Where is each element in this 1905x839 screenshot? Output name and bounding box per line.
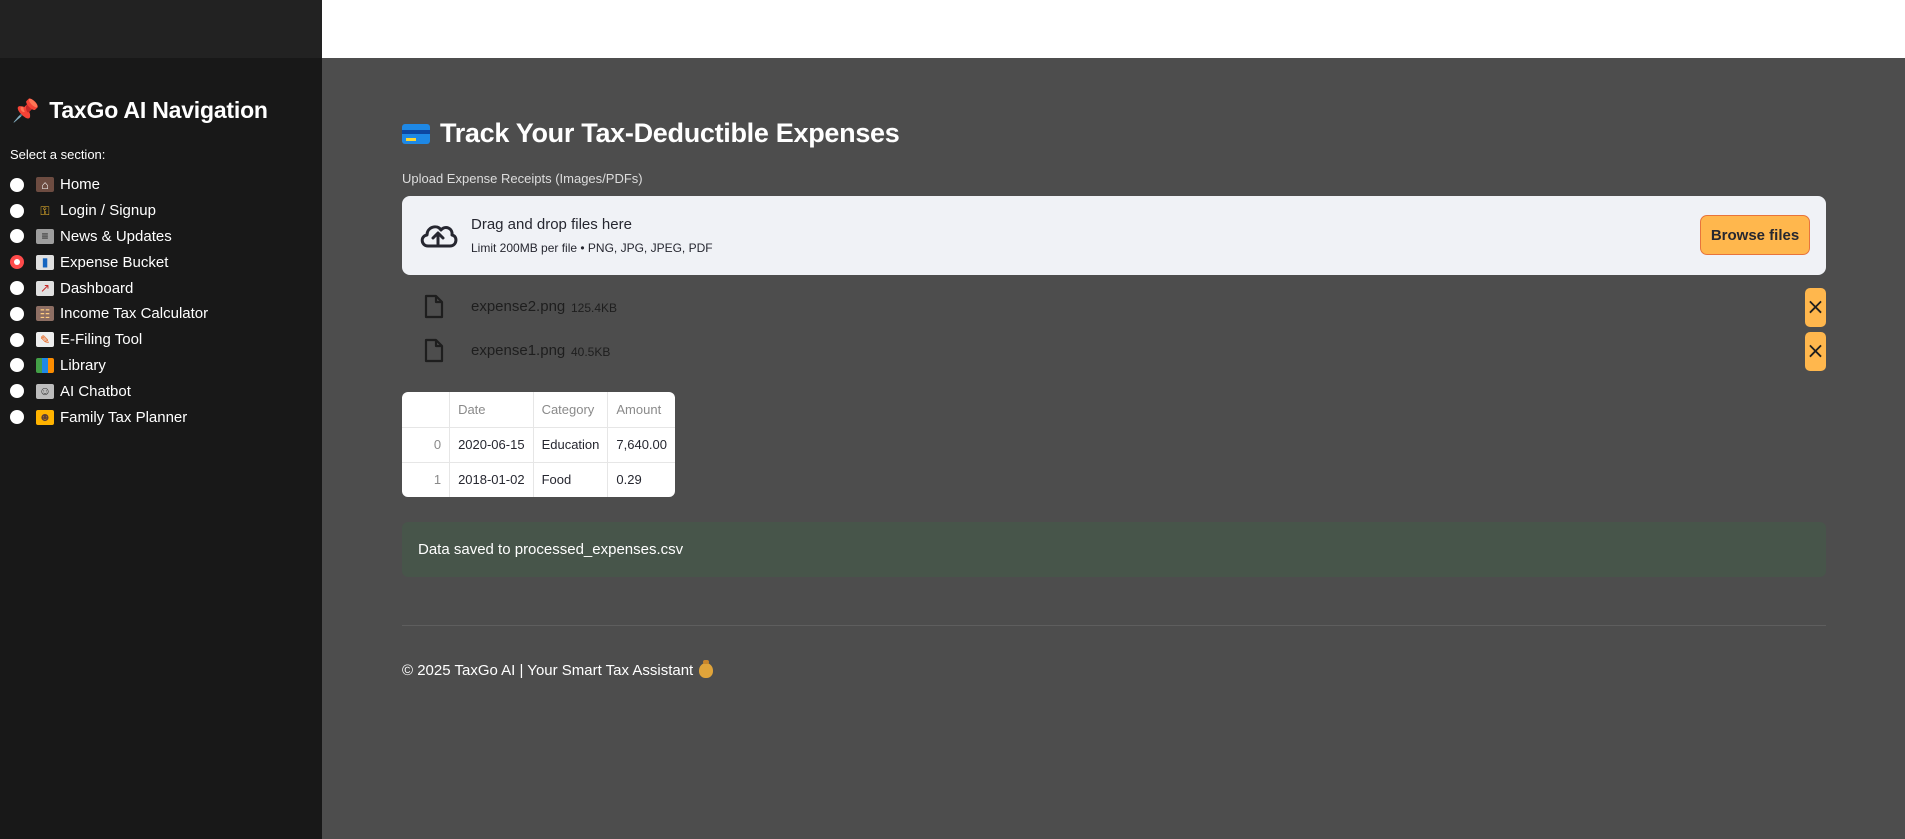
page-title-text: Track Your Tax-Deductible Expenses (440, 118, 900, 148)
radio-dashboard[interactable] (10, 281, 24, 296)
robot-icon: ☺ (36, 383, 54, 399)
file-size: 40.5KB (571, 345, 611, 359)
credit-card-icon (402, 123, 430, 144)
table-cell-index: 0 (402, 427, 451, 463)
upload-label: Upload Expense Receipts (Images/PDFs) (402, 171, 643, 186)
nav-label: AI Chatbot (60, 382, 131, 400)
file-icon (424, 294, 444, 319)
table-row: 0 2020-06-15 Education 7,640.00 (402, 427, 675, 463)
nav-label: E-Filing Tool (60, 331, 143, 349)
expense-table[interactable]: Date Category Amount 0 2020-06-15 Educat… (402, 392, 675, 497)
file-dropzone[interactable]: Drag and drop files here Limit 200MB per… (402, 196, 1826, 275)
footer-text: © 2025 TaxGo AI | Your Smart Tax Assista… (402, 662, 694, 679)
sidebar-title: 📌 TaxGo AI Navigation (12, 97, 268, 124)
column-header-index (402, 392, 451, 428)
memo-icon: ✎ (36, 332, 54, 348)
cloud-upload-icon (420, 225, 458, 248)
radio-home[interactable] (10, 177, 24, 192)
app-header-bar (322, 0, 1905, 58)
nav-item-e-filing-tool[interactable]: ✎ E-Filing Tool (10, 327, 208, 353)
radio-login-signup[interactable] (10, 203, 24, 218)
nav-label: Dashboard (60, 279, 134, 297)
radio-news-updates[interactable] (10, 229, 24, 244)
nav-label: Income Tax Calculator (60, 305, 209, 323)
file-size: 125.4KB (571, 301, 618, 315)
nav-item-income-tax-calculator[interactable]: ☷ Income Tax Calculator (10, 301, 208, 327)
remove-file-button[interactable]: × (1805, 332, 1826, 371)
nav-item-ai-chatbot[interactable]: ☺ AI Chatbot (10, 378, 208, 404)
file-icon (424, 338, 444, 363)
nav-label: Login / Signup (60, 202, 156, 220)
nav-label: News & Updates (60, 227, 172, 245)
sidebar-header-bar (0, 0, 322, 58)
nav-item-home[interactable]: ⌂ Home (10, 172, 208, 198)
column-header-amount[interactable]: Amount (607, 392, 675, 428)
file-name: expense2.png (471, 298, 566, 315)
browse-files-button[interactable]: Browse files (1700, 215, 1810, 255)
nav-label: Family Tax Planner (60, 408, 188, 426)
remove-file-button[interactable]: × (1805, 288, 1826, 327)
section-label: Select a section: (10, 147, 106, 162)
house-icon: ⌂ (36, 177, 54, 193)
dropzone-instruction: Drag and drop files here (471, 216, 632, 233)
table-cell-index: 1 (402, 462, 451, 497)
nav-item-news-updates[interactable]: ≡ News & Updates (10, 224, 208, 250)
file-name: expense1.png (471, 342, 566, 359)
table-cell-amount[interactable]: 7,640.00 (607, 427, 675, 463)
nav-item-dashboard[interactable]: ↗ Dashboard (10, 275, 208, 301)
nav-label: Home (60, 176, 101, 194)
table-cell-date[interactable]: 2018-01-02 (449, 462, 534, 497)
column-header-date[interactable]: Date (449, 392, 534, 428)
radio-e-filing-tool[interactable] (10, 332, 24, 347)
nav-item-library[interactable]: Library (10, 353, 208, 379)
footer: © 2025 TaxGo AI | Your Smart Tax Assista… (402, 660, 714, 679)
family-icon: ☻ (36, 409, 54, 425)
uploaded-file-row: expense2.png 125.4KB × (402, 286, 1826, 327)
table-cell-category[interactable]: Food (533, 462, 609, 497)
page-title: Track Your Tax-Deductible Expenses (402, 118, 900, 149)
chart-up-icon: ↗ (36, 280, 54, 296)
table-cell-amount[interactable]: 0.29 (608, 462, 675, 497)
table-row: 1 2018-01-02 Food 0.29 (402, 462, 675, 497)
sidebar: 📌 TaxGo AI Navigation Select a section: … (0, 0, 322, 839)
radio-income-tax-calculator[interactable] (10, 306, 24, 321)
radio-library[interactable] (10, 358, 24, 373)
money-bag-icon (699, 660, 714, 678)
nav-item-expense-bucket[interactable]: ▮ Expense Bucket (10, 249, 208, 275)
divider (402, 625, 1826, 626)
key-icon: ⚿ (40, 203, 50, 218)
sidebar-title-text: TaxGo AI Navigation (49, 97, 268, 123)
radio-family-tax-planner[interactable] (10, 410, 24, 425)
books-icon (36, 357, 54, 373)
dropzone-limit: Limit 200MB per file • PNG, JPG, JPEG, P… (471, 241, 713, 255)
section-radio-group: ⌂ Home ⚿ Login / Signup ≡ News & Updates… (10, 172, 208, 430)
newspaper-icon: ≡ (36, 228, 54, 244)
column-header-category[interactable]: Category (533, 392, 609, 428)
nav-item-family-tax-planner[interactable]: ☻ Family Tax Planner (10, 404, 208, 430)
table-cell-date[interactable]: 2020-06-15 (449, 427, 534, 463)
nav-label: Expense Bucket (60, 253, 169, 271)
bar-chart-icon: ▮ (36, 254, 54, 270)
pushpin-icon: 📌 (12, 97, 40, 123)
uploaded-file-row: expense1.png 40.5KB × (402, 330, 1826, 371)
table-cell-category[interactable]: Education (533, 427, 609, 463)
radio-expense-bucket[interactable] (10, 255, 24, 270)
radio-ai-chatbot[interactable] (10, 384, 24, 399)
success-alert: Data saved to processed_expenses.csv (402, 522, 1826, 577)
abacus-icon: ☷ (36, 306, 54, 322)
nav-label: Library (60, 356, 106, 374)
table-header-row: Date Category Amount (402, 392, 675, 428)
nav-item-login-signup[interactable]: ⚿ Login / Signup (10, 198, 208, 224)
